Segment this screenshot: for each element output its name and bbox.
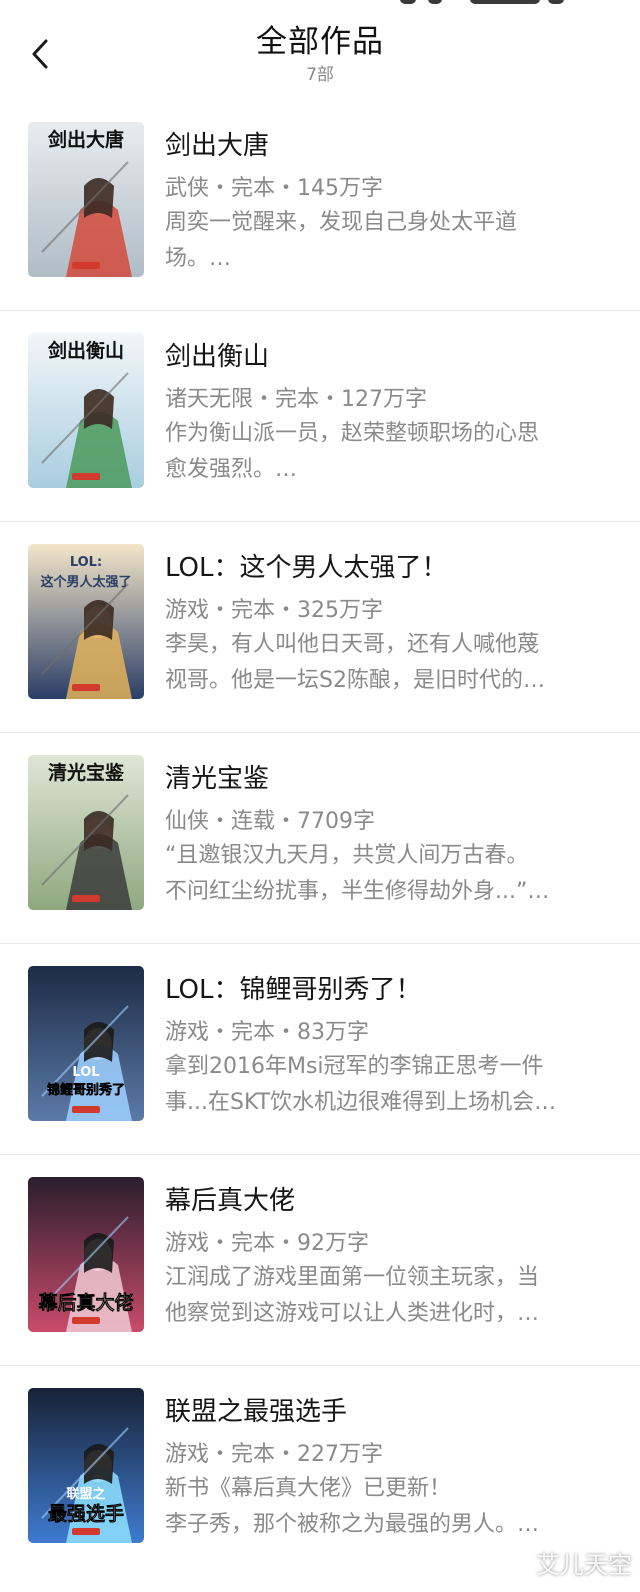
description-line: 视哥。他是一坛S2陈酿，是旧时代的… — [165, 668, 545, 693]
book-item[interactable]: 剑出衡山 剑出衡山 诸天无限・完本・127万字 作为衡山派一员，赵荣整顿职场的心… — [0, 311, 640, 522]
description-line: 李昊，有人叫他日天哥，还有人喊他蔑 — [165, 632, 540, 657]
book-title: LOL：这个男人太强了！ — [165, 553, 448, 583]
description-line: 江润成了游戏里面第一位领主玩家，当 — [165, 1265, 540, 1290]
svg-text:这个男人太强了: 这个男人太强了 — [40, 574, 131, 590]
book-description: 拿到2016年Msi冠军的李锦正思考一件 事...在SKT饮水机边很难得到上场机… — [165, 1049, 605, 1121]
description-line: 周奕一觉醒来，发现自己身处太平道 — [165, 210, 518, 235]
description-line: 他察觉到这游戏可以让人类进化时，… — [165, 1301, 540, 1326]
svg-text:清光宝鉴: 清光宝鉴 — [48, 761, 125, 784]
book-item[interactable]: 幕后真大佬 幕后真大佬 游戏・完本・92万字 江润成了游戏里面第一位领主玩家，当… — [0, 1155, 640, 1366]
cover-art: 剑出大唐 — [28, 122, 144, 277]
book-item[interactable]: 清光宝鉴 清光宝鉴 仙侠・连载・7709字 “且邀银汉九天月，共赏人间万古春。 … — [0, 733, 640, 944]
book-title: 剑出大唐 — [165, 131, 270, 161]
cover-art: LOL 锦鲤哥别秀了 — [28, 966, 144, 1121]
svg-text:最强选手: 最强选手 — [48, 1502, 124, 1525]
book-cover: LOL: 这个男人太强了 — [28, 544, 144, 699]
book-meta: 仙侠・连载・7709字 — [165, 809, 375, 834]
book-meta: 诸天无限・完本・127万字 — [165, 387, 427, 412]
book-title: 联盟之最强选手 — [165, 1397, 348, 1427]
cover-art: 幕后真大佬 — [28, 1177, 144, 1332]
book-title: LOL：锦鲤哥别秀了！ — [165, 975, 422, 1005]
book-cover: 清光宝鉴 — [28, 755, 144, 910]
header: 全部作品 7部 — [0, 0, 640, 100]
book-description: “且邀银汉九天月，共赏人间万古春。 不问红尘纷扰事，半生修得劫外身...”… — [165, 838, 605, 910]
description-line: 不问红尘纷扰事，半生修得劫外身...”… — [165, 879, 550, 904]
book-item[interactable]: LOL 锦鲤哥别秀了 LOL：锦鲤哥别秀了！ 游戏・完本・83万字 拿到2016年… — [0, 944, 640, 1155]
description-line: 新书《幕后真大佬》已更新！ — [165, 1476, 452, 1501]
book-meta: 武侠・完本・145万字 — [165, 176, 383, 201]
book-description: 作为衡山派一员，赵荣整顿职场的心思 愈发强烈。… — [165, 416, 605, 488]
description-line: 李子秀，那个被称之为最强的男人。… — [165, 1512, 540, 1537]
description-line: 场。… — [165, 246, 232, 271]
svg-text:幕后真大佬: 幕后真大佬 — [37, 1291, 133, 1314]
book-description: 周奕一觉醒来，发现自己身处太平道 场。… — [165, 205, 605, 277]
cover-art: 联盟之最强选手 — [28, 1388, 144, 1543]
book-title: 幕后真大佬 — [165, 1186, 296, 1216]
book-item[interactable]: 剑出大唐 剑出大唐 武侠・完本・145万字 周奕一觉醒来，发现自己身处太平道 场… — [0, 100, 640, 311]
book-item[interactable]: LOL: 这个男人太强了 LOL：这个男人太强了！ 游戏・完本・325万字 李昊，… — [0, 522, 640, 733]
book-description: 新书《幕后真大佬》已更新！ 李子秀，那个被称之为最强的男人。… — [165, 1471, 605, 1543]
cover-art: 清光宝鉴 — [28, 755, 144, 910]
description-line: 作为衡山派一员，赵荣整顿职场的心思 — [165, 421, 540, 446]
book-meta: 游戏・完本・92万字 — [165, 1231, 369, 1256]
svg-text:锦鲤哥别秀了: 锦鲤哥别秀了 — [47, 1082, 125, 1098]
cover-art: 剑出衡山 — [28, 333, 144, 488]
book-description: 李昊，有人叫他日天哥，还有人喊他蔑 视哥。他是一坛S2陈酿，是旧时代的… — [165, 627, 605, 699]
svg-text:剑出衡山: 剑出衡山 — [47, 339, 124, 362]
book-meta: 游戏・完本・325万字 — [165, 598, 383, 623]
description-line: “且邀银汉九天月，共赏人间万古春。 — [165, 843, 529, 868]
description-line: 愈发强烈。… — [165, 457, 298, 482]
book-title: 剑出衡山 — [165, 342, 270, 372]
book-title: 清光宝鉴 — [165, 764, 270, 794]
book-description: 江润成了游戏里面第一位领主玩家，当 他察觉到这游戏可以让人类进化时，… — [165, 1260, 605, 1332]
book-cover: 联盟之 最强选手 — [28, 1388, 144, 1543]
book-cover: 幕后真大佬 — [28, 1177, 144, 1332]
book-meta: 游戏・完本・227万字 — [165, 1442, 383, 1467]
page-title: 全部作品 — [256, 24, 384, 60]
works-count: 7部 — [306, 65, 334, 85]
svg-text:LOL: LOL — [72, 1065, 99, 1080]
svg-text:LOL:: LOL: — [70, 555, 102, 570]
svg-text:剑出大唐: 剑出大唐 — [47, 128, 124, 151]
cover-art: LOL: 这个男人太强了 — [28, 544, 144, 699]
book-meta: 游戏・完本・83万字 — [165, 1020, 369, 1045]
book-cover: 剑出衡山 — [28, 333, 144, 488]
svg-text:联盟之: 联盟之 — [66, 1486, 105, 1502]
description-line: 事...在SKT饮水机边很难得到上场机会… — [165, 1090, 557, 1115]
watermark: 艾儿天空 — [536, 1551, 632, 1579]
book-list: 剑出大唐 剑出大唐 武侠・完本・145万字 周奕一觉醒来，发现自己身处太平道 场… — [0, 100, 640, 1577]
book-cover: 剑出大唐 — [28, 122, 144, 277]
book-cover: LOL 锦鲤哥别秀了 — [28, 966, 144, 1121]
description-line: 拿到2016年Msi冠军的李锦正思考一件 — [165, 1054, 544, 1079]
